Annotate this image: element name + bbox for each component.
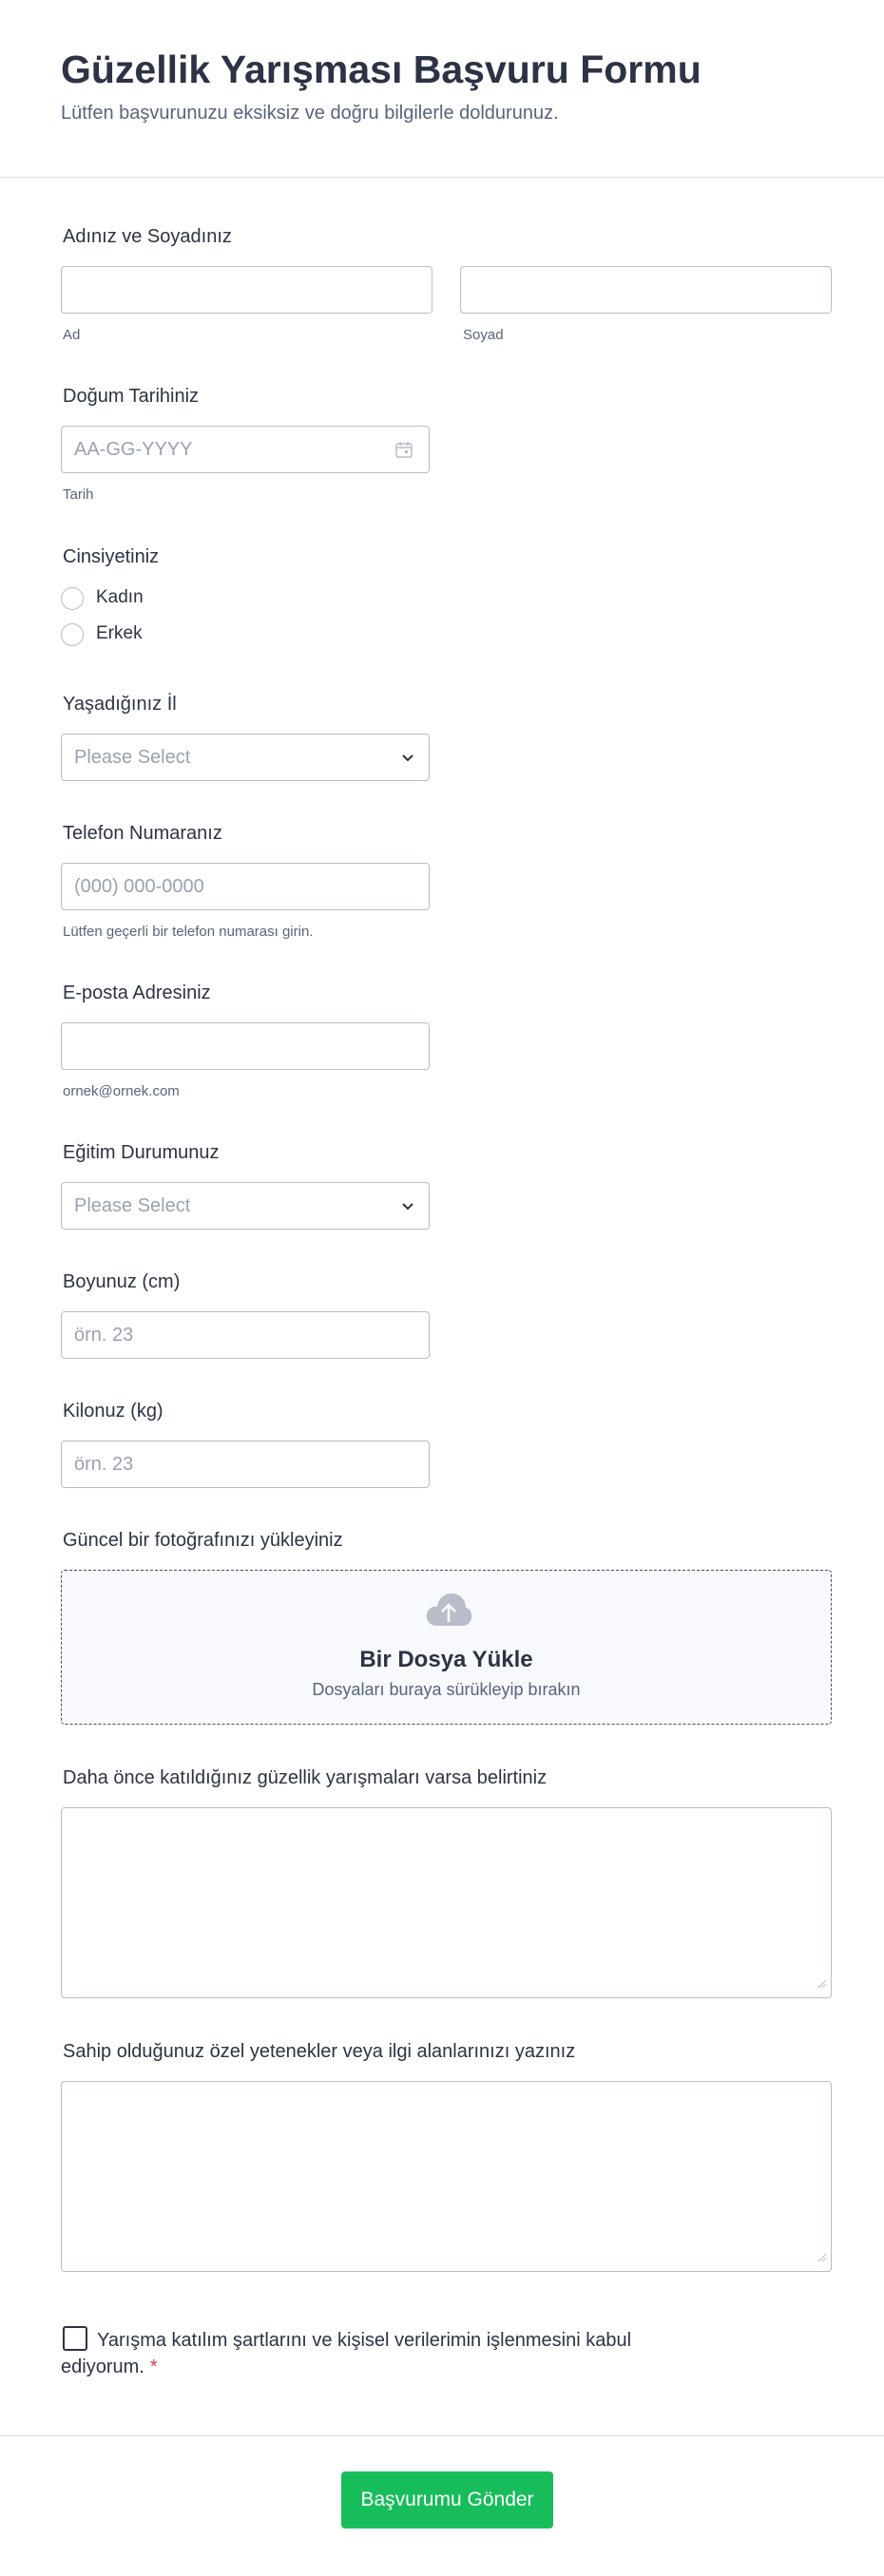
consent-field: Yarışma katılım şartlarını ve kişisel ve… [61, 2326, 688, 2380]
radio-male-label[interactable]: Erkek [96, 623, 143, 644]
birth-date-input[interactable]: AA-GG-YYYY [61, 426, 430, 473]
weight-label: Kilonuz (kg) [63, 1401, 163, 1422]
radio-female-label[interactable]: Kadın [96, 587, 144, 608]
upload-subtitle: Dosyaları buraya sürükleyip bırakın [312, 1680, 581, 1699]
phone-input[interactable]: (000) 000-0000 [61, 863, 430, 910]
email-input[interactable] [61, 1022, 430, 1070]
contests-textarea[interactable] [61, 1807, 832, 1998]
height-label: Boyunuz (cm) [63, 1271, 181, 1292]
email-sublabel: ornek@ornek.com [63, 1083, 180, 1099]
phone-label: Telefon Numaranız [63, 823, 222, 844]
radio-male[interactable] [61, 623, 84, 646]
header-divider [0, 177, 884, 178]
resize-grip-icon[interactable] [817, 1976, 827, 1994]
calendar-icon[interactable] [394, 440, 413, 465]
first-name-sublabel: Ad [63, 327, 81, 343]
birth-date-sublabel: Tarih [63, 487, 94, 503]
city-label: Yaşadığınız İl [63, 694, 177, 715]
weight-input[interactable]: örn. 23 [61, 1441, 430, 1488]
last-name-sublabel: Soyad [463, 327, 504, 343]
consent-text[interactable]: Yarışma katılım şartlarını ve kişisel ve… [61, 2330, 631, 2377]
required-asterisk: * [149, 2357, 158, 2377]
name-label: Adınız ve Soyadınız [63, 226, 232, 247]
birth-date-label: Doğum Tarihiniz [63, 386, 200, 407]
education-select-value: Please Select [74, 1194, 191, 1216]
education-select[interactable]: Please Select [61, 1182, 430, 1230]
form-title: Güzellik Yarışması Başvuru Formu [61, 48, 701, 91]
gender-label: Cinsiyetiniz [63, 546, 160, 567]
submit-button[interactable]: Başvurumu Gönder [341, 2471, 553, 2528]
birth-date-placeholder: AA-GG-YYYY [74, 438, 193, 460]
talents-label: Sahip olduğunuz özel yetenekler veya ilg… [63, 2041, 576, 2062]
form-subtitle: Lütfen başvurunuzu eksiksiz ve doğru bil… [61, 103, 559, 124]
resize-grip-icon[interactable] [817, 2250, 827, 2267]
phone-placeholder: (000) 000-0000 [74, 875, 204, 897]
height-input[interactable]: örn. 23 [61, 1311, 430, 1359]
footer-divider [0, 2435, 884, 2436]
consent-checkbox[interactable] [63, 2326, 87, 2351]
city-select[interactable]: Please Select [61, 734, 430, 781]
height-placeholder: örn. 23 [74, 1324, 134, 1345]
email-label: E-posta Adresiniz [63, 983, 211, 1003]
contests-label: Daha önce katıldığınız güzellik yarışmal… [63, 1767, 548, 1788]
first-name-input[interactable] [61, 266, 432, 314]
last-name-input[interactable] [460, 266, 832, 314]
city-select-value: Please Select [74, 746, 191, 768]
education-label: Eğitim Durumunuz [63, 1142, 220, 1163]
chevron-down-icon [400, 749, 415, 771]
radio-female[interactable] [61, 587, 84, 610]
cloud-upload-icon [425, 1592, 472, 1632]
file-upload-dropzone[interactable]: Bir Dosya Yükle Dosyaları buraya sürükle… [61, 1570, 832, 1725]
weight-placeholder: örn. 23 [74, 1453, 134, 1475]
photo-label: Güncel bir fotoğrafınızı yükleyiniz [63, 1530, 343, 1551]
talents-textarea[interactable] [61, 2081, 832, 2272]
phone-sublabel: Lütfen geçerli bir telefon numarası giri… [63, 924, 314, 940]
chevron-down-icon [400, 1197, 415, 1219]
upload-title: Bir Dosya Yükle [359, 1647, 533, 1672]
